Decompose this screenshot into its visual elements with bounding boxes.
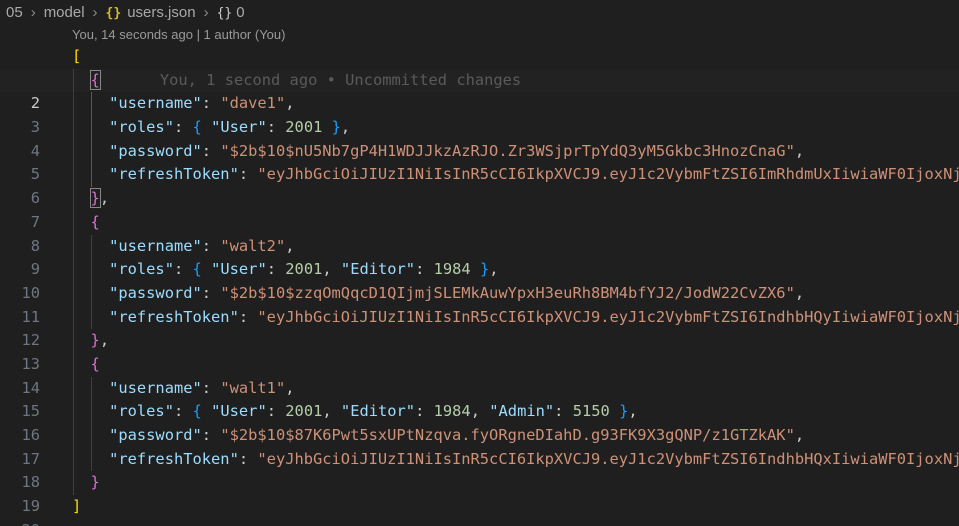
breadcrumb-item-file[interactable]: {} users.json <box>106 4 196 21</box>
line-number: 20 <box>0 519 40 526</box>
username-value: walt2 <box>229 236 276 255</box>
git-blame-codelens[interactable]: You, 14 seconds ago | 1 author (You) <box>72 27 285 42</box>
code-line: 18 "refreshToken": "eyJhbGciOiJIUzI1NiIs… <box>0 447 959 491</box>
breadcrumb: 05 › model › {} users.json › {} 0 <box>0 0 959 25</box>
code-line: 15 "username": "walt1", <box>0 376 959 420</box>
password-value: $2b$10$nU5Nb7gP4H1WDJJkzAzRJO.Zr3WSjprTp… <box>229 141 786 160</box>
chevron-right-icon: › <box>203 4 209 21</box>
code-line: 14 { <box>0 352 959 397</box>
chevron-right-icon: › <box>92 4 98 21</box>
code-line: 7 }, <box>0 187 959 231</box>
code-line: 17 "password": "$2b$10$87K6Pwt5sxUPtNzqv… <box>0 424 959 468</box>
username-value: walt1 <box>229 378 276 397</box>
code-line: 9 "username": "walt2", <box>0 234 959 278</box>
code-line: 8 { <box>0 210 959 255</box>
code-editor[interactable]: 1 [ 2 {You, 1 second ago • Uncommitted c… <box>0 45 959 526</box>
code-line: 5 "password": "$2b$10$nU5Nb7gP4H1WDJJkzA… <box>0 139 959 183</box>
code-line: 16 "roles": { "User": 2001, "Editor": 19… <box>0 400 959 444</box>
code-line: 19 } <box>0 471 959 515</box>
breadcrumb-file-label: users.json <box>127 4 196 21</box>
inline-blame: You, 1 second ago • Uncommitted changes <box>159 70 522 89</box>
code-line-active: 2 {You, 1 second ago • Uncommitted chang… <box>0 68 959 112</box>
username-value: dave1 <box>229 94 276 113</box>
code-line: 4 "roles": { "User": 2001 }, <box>0 116 959 160</box>
breadcrumb-item-folder-05[interactable]: 05 <box>6 4 23 21</box>
object-icon: {} <box>216 6 233 21</box>
refresh-token-value: eyJhbGciOiJIUzI1NiIsInR5cCI6IkpXVCJ9.eyJ… <box>266 165 959 184</box>
code-line: 12 "refreshToken": "eyJhbGciOiJIUzI1NiIs… <box>0 305 959 349</box>
code-line: 1 [ <box>0 45 959 89</box>
password-value: $2b$10$zzqOmQqcD1QIjmjSLEMkAuwYpxH3euRh8… <box>229 283 786 302</box>
code-line: 3 "username": "dave1", <box>0 92 959 136</box>
chevron-right-icon: › <box>30 4 36 21</box>
code-line: 11 "password": "$2b$10$zzqOmQqcD1QIjmjSL… <box>0 281 959 326</box>
code-line: 6 "refreshToken": "eyJhbGciOiJIUzI1NiIsI… <box>0 163 959 207</box>
breadcrumb-item-object[interactable]: {} 0 <box>217 4 245 21</box>
code-line: 10 "roles": { "User": 2001, "Editor": 19… <box>0 258 959 302</box>
code-line: 13 }, <box>0 329 959 373</box>
refresh-token-value: eyJhbGciOiJIUzI1NiIsInR5cCI6IkpXVCJ9.eyJ… <box>266 449 959 468</box>
json-file-icon: {} <box>105 6 122 21</box>
breadcrumb-object-label: 0 <box>236 4 245 21</box>
refresh-token-value: eyJhbGciOiJIUzI1NiIsInR5cCI6IkpXVCJ9.eyJ… <box>266 307 959 326</box>
password-value: $2b$10$87K6Pwt5sxUPtNzqva.fyORgneDIahD.g… <box>229 426 786 444</box>
code-line: 20 ] <box>0 495 959 526</box>
breadcrumb-item-folder-model[interactable]: model <box>44 4 85 21</box>
